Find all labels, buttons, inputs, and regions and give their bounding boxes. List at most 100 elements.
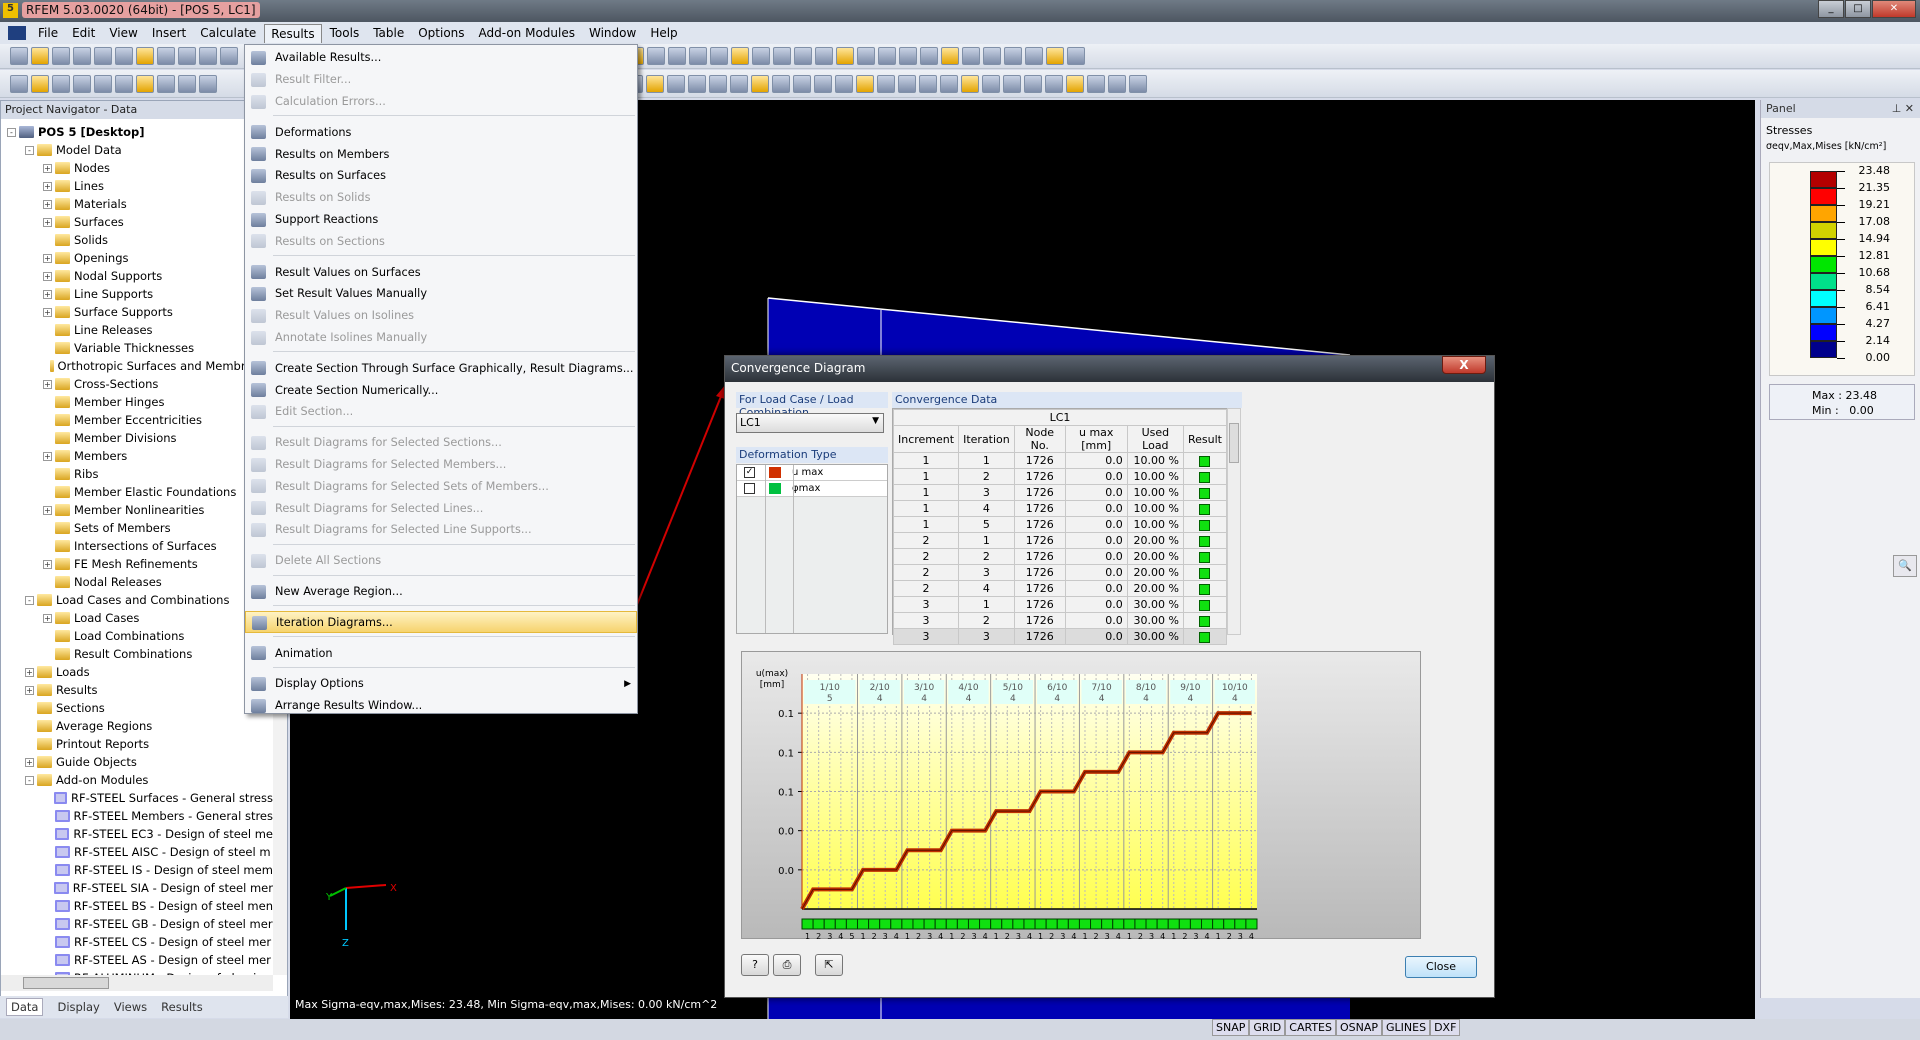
close-window-button[interactable]: ✕ [1872, 0, 1916, 18]
menu-item-results-on-surfaces[interactable]: Results on Surfaces [245, 165, 637, 187]
toolbar-button-icon[interactable] [115, 74, 133, 93]
expand-toggle-icon[interactable]: - [7, 127, 16, 137]
toolbar-button-icon[interactable] [899, 47, 917, 65]
expand-toggle-icon[interactable]: + [43, 559, 52, 569]
toolbar-button-icon[interactable] [1108, 74, 1126, 93]
expand-toggle-icon[interactable]: + [43, 217, 52, 227]
toolbar-button-icon[interactable] [794, 47, 812, 65]
toolbar-button-icon[interactable] [920, 47, 938, 65]
tree-item[interactable]: Solids [1, 231, 273, 249]
toolbar-button-icon[interactable] [731, 47, 749, 65]
toolbar-button-icon[interactable] [940, 74, 958, 93]
tree-item[interactable]: + Nodal Supports [1, 267, 273, 285]
menu-table[interactable]: Table [367, 24, 410, 42]
toolbar-button-icon[interactable] [199, 74, 217, 93]
menu-calculate[interactable]: Calculate [194, 24, 262, 42]
toolbar-button-icon[interactable] [31, 74, 49, 93]
close-button[interactable]: Close [1405, 956, 1477, 978]
tree-item[interactable]: Line Releases [1, 321, 273, 339]
table-row[interactable]: 2 4 1726 0.0 20.00 % [892, 580, 1228, 597]
tree-item[interactable]: + Lines [1, 177, 273, 195]
menu-item-create-section-through-surface-graphically-result-diagrams[interactable]: Create Section Through Surface Graphical… [245, 357, 637, 379]
help-button[interactable]: ? [741, 954, 769, 976]
menu-edit[interactable]: Edit [66, 24, 101, 42]
toolbar-button-icon[interactable] [709, 74, 727, 93]
toolbar-button-icon[interactable] [1066, 74, 1084, 93]
menu-item-display-options[interactable]: Display Options ▶ [245, 673, 637, 695]
expand-toggle-icon[interactable]: + [25, 757, 34, 767]
toolbar-button-icon[interactable] [1025, 47, 1043, 65]
tree-item[interactable]: RF-STEEL SIA - Design of steel mer [1, 879, 273, 897]
menu-item-create-section-numerically[interactable]: Create Section Numerically... [245, 379, 637, 401]
toolbar-button-icon[interactable] [10, 47, 28, 65]
menu-item-set-result-values-manually[interactable]: Set Result Values Manually [245, 283, 637, 305]
menu-item-results-on-members[interactable]: Results on Members [245, 143, 637, 165]
tree-item[interactable]: + Surfaces [1, 213, 273, 231]
toolbar-button-icon[interactable] [983, 47, 1001, 65]
toolbar-button-icon[interactable] [877, 74, 895, 93]
tree-item[interactable]: Load Combinations [1, 627, 273, 645]
tree-item[interactable]: Member Elastic Foundations [1, 483, 273, 501]
toolbar-button-icon[interactable] [1087, 74, 1105, 93]
table-row[interactable]: 3 3 1726 0.0 30.00 % [892, 628, 1228, 645]
menu-item-deformations[interactable]: Deformations [245, 121, 637, 143]
toolbar-button-icon[interactable] [157, 74, 175, 93]
tree-item[interactable]: Member Hinges [1, 393, 273, 411]
tree-item[interactable]: Sections [1, 699, 273, 717]
tree-item[interactable]: RF-STEEL Surfaces - General stress [1, 789, 273, 807]
tree-item[interactable]: Average Regions [1, 717, 273, 735]
toolbar-button-icon[interactable] [856, 74, 874, 93]
toolbar-button-icon[interactable] [52, 47, 70, 65]
dialog-close-x-button[interactable]: X [1442, 356, 1486, 374]
toolbar-button-icon[interactable] [752, 47, 770, 65]
table-row[interactable]: 2 2 1726 0.0 20.00 % [892, 548, 1228, 565]
table-row[interactable]: 1 2 1726 0.0 10.00 % [892, 468, 1228, 485]
expand-toggle-icon[interactable]: + [43, 289, 52, 299]
toolbar-button-icon[interactable] [1004, 47, 1022, 65]
tree-item[interactable]: RF-STEEL BS - Design of steel men [1, 897, 273, 915]
table-row[interactable]: 1 5 1726 0.0 10.00 % [892, 516, 1228, 533]
deformation-checkbox[interactable] [744, 483, 755, 494]
toolbar-button-icon[interactable] [1067, 47, 1085, 65]
tree-item[interactable]: RF-STEEL CS - Design of steel mer [1, 933, 273, 951]
toolbar-button-icon[interactable] [199, 47, 217, 65]
toolbar-button-icon[interactable] [961, 74, 979, 93]
tree-item[interactable]: Intersections of Surfaces [1, 537, 273, 555]
nav-tab-data[interactable]: Data [6, 998, 44, 1016]
expand-toggle-icon[interactable]: + [43, 451, 52, 461]
table-row[interactable]: 1 1 1726 0.0 10.00 % [892, 452, 1228, 469]
expand-toggle-icon[interactable]: - [25, 595, 34, 605]
toolbar-button-icon[interactable] [730, 74, 748, 93]
tree-item[interactable]: RF-STEEL EC3 - Design of steel me [1, 825, 273, 843]
tree-item[interactable]: Variable Thicknesses [1, 339, 273, 357]
navigator-horizontal-scrollbar[interactable] [1, 975, 273, 991]
menu-options[interactable]: Options [412, 24, 470, 42]
expand-toggle-icon[interactable]: + [43, 181, 52, 191]
toolbar-button-icon[interactable] [689, 47, 707, 65]
expand-toggle-icon[interactable]: + [43, 163, 52, 173]
menu-insert[interactable]: Insert [146, 24, 192, 42]
expand-toggle-icon[interactable]: + [43, 613, 52, 623]
toolbar-button-icon[interactable] [667, 74, 685, 93]
tree-item[interactable]: + Nodes [1, 159, 273, 177]
toolbar-button-icon[interactable] [898, 74, 916, 93]
app-menu-icon[interactable] [8, 26, 26, 40]
tree-item[interactable]: + Members [1, 447, 273, 465]
tree-item[interactable]: Result Combinations [1, 645, 273, 663]
expand-toggle-icon[interactable]: + [43, 253, 52, 263]
menu-item-iteration-diagrams[interactable]: Iteration Diagrams... [245, 611, 637, 634]
table-row[interactable]: 3 2 1726 0.0 30.00 % [892, 612, 1228, 629]
toolbar-button-icon[interactable] [815, 47, 833, 65]
tree-item[interactable]: Ribs [1, 465, 273, 483]
tree-item[interactable]: + Load Cases [1, 609, 273, 627]
toolbar-button-icon[interactable] [1045, 74, 1063, 93]
toolbar-button-icon[interactable] [982, 74, 1000, 93]
menu-window[interactable]: Window [583, 24, 642, 42]
table-row[interactable]: 2 3 1726 0.0 20.00 % [892, 564, 1228, 581]
tree-item[interactable]: + Results [1, 681, 273, 699]
tree-item[interactable]: Member Divisions [1, 429, 273, 447]
tree-item[interactable]: - POS 5 [Desktop] [1, 123, 273, 141]
toolbar-button-icon[interactable] [647, 47, 665, 65]
toolbar-button-icon[interactable] [94, 74, 112, 93]
toolbar-button-icon[interactable] [688, 74, 706, 93]
